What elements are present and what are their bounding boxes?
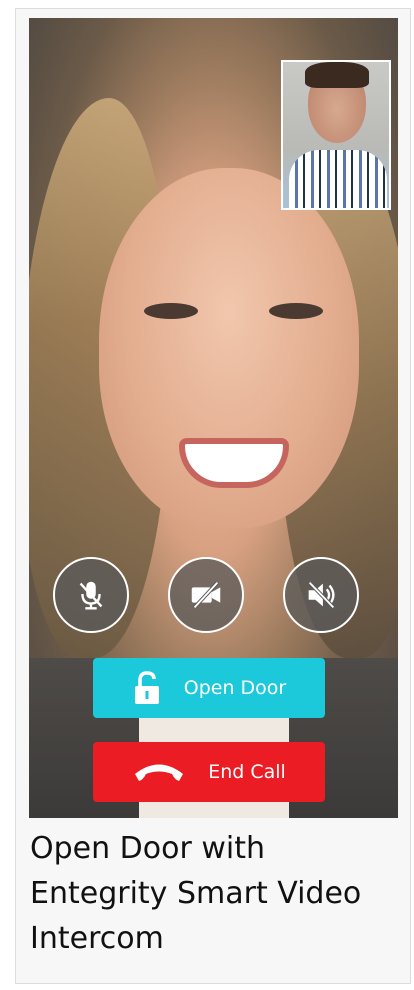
self-video-thumbnail[interactable] [281, 60, 391, 210]
camera-toggle-button[interactable] [168, 557, 244, 633]
caption: Open Door with Entegrity Smart Video Int… [30, 831, 362, 956]
mute-microphone-button[interactable] [53, 557, 129, 633]
eye-left [144, 303, 198, 319]
video-off-icon [191, 581, 221, 609]
self-hair [305, 62, 369, 88]
eye-right [269, 303, 323, 319]
self-shirt [289, 150, 387, 208]
microphone-muted-icon [79, 581, 103, 610]
speaker-toggle-button[interactable] [283, 557, 359, 633]
end-call-label: End Call [208, 761, 286, 783]
open-door-button[interactable]: Open Door [93, 658, 325, 718]
unlock-icon [134, 671, 159, 704]
end-call-button[interactable]: End Call [93, 742, 325, 802]
hang-up-icon [135, 764, 184, 781]
open-door-label: Open Door [183, 677, 287, 699]
speaker-muted-icon [308, 581, 335, 609]
